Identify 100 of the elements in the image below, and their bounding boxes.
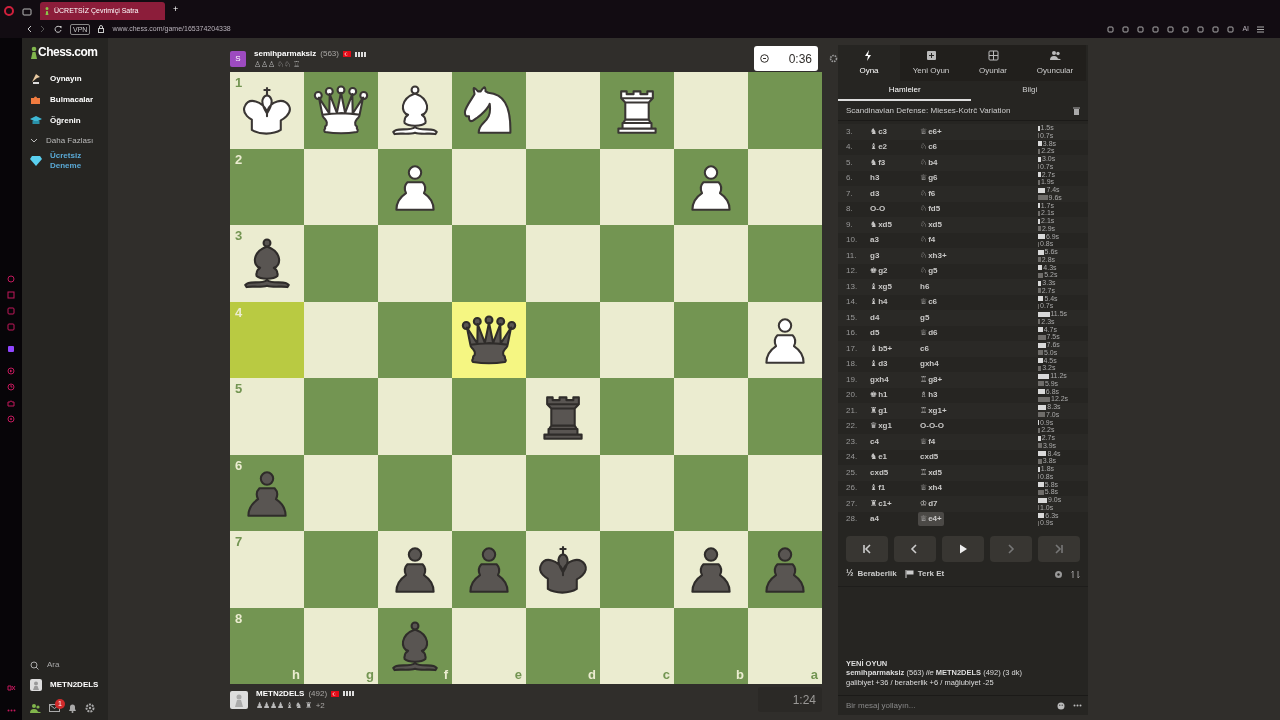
trial-link[interactable]: Ücretsiz Deneme — [30, 151, 108, 171]
move[interactable]: ♕d6 — [918, 326, 940, 341]
settings-icon[interactable] — [7, 415, 15, 423]
move[interactable]: ♚h1 — [868, 389, 890, 401]
first-button[interactable] — [846, 536, 888, 562]
move[interactable]: ♕xh4 — [918, 481, 944, 496]
resign-button[interactable]: Terk Et — [904, 568, 945, 580]
search-link[interactable]: Ara — [30, 656, 108, 674]
chat-icon[interactable] — [7, 345, 15, 353]
draw-button[interactable]: ½ Beraberlik — [846, 567, 897, 581]
reload-icon[interactable] — [54, 25, 62, 33]
move[interactable]: ♝f1 — [868, 482, 888, 494]
more-icon[interactable] — [6, 709, 16, 712]
logo-icon[interactable] — [6, 685, 16, 691]
panel-tab[interactable]: Yeni Oyun — [900, 45, 962, 81]
move[interactable]: ♕g6 — [918, 171, 940, 186]
move[interactable]: g5 — [918, 310, 932, 325]
move[interactable]: a4 — [868, 513, 881, 525]
board-square[interactable] — [378, 72, 452, 149]
board-square[interactable] — [452, 72, 526, 149]
move[interactable]: ♞xd5 — [868, 218, 894, 230]
play-button[interactable] — [942, 536, 984, 562]
move[interactable]: ♜g1 — [868, 404, 890, 416]
move[interactable]: gxh4 — [918, 357, 941, 372]
bell-icon[interactable] — [68, 703, 77, 713]
player-name[interactable]: semihparmaksiz — [254, 48, 317, 60]
move[interactable]: ♘f4 — [918, 233, 938, 248]
move[interactable]: ♘c6 — [918, 140, 940, 155]
settings-icon[interactable] — [1054, 569, 1063, 579]
panel-tab[interactable]: Oyuncular — [1024, 45, 1086, 81]
move[interactable]: ♕e6+ — [918, 124, 944, 139]
move[interactable]: d4 — [868, 311, 882, 323]
move[interactable]: ♘fd5 — [918, 202, 943, 217]
move[interactable]: ♘f6 — [918, 186, 938, 201]
move[interactable]: ♝d3 — [868, 358, 890, 370]
move[interactable]: O-O — [868, 203, 888, 215]
menu-icon[interactable] — [1257, 25, 1264, 33]
forward-icon[interactable] — [40, 25, 46, 33]
board-square[interactable] — [748, 301, 822, 378]
move[interactable]: ♞f3 — [868, 156, 888, 168]
opening-name[interactable]: Scandinavian Defense: Mieses-Kotrč Variation — [846, 104, 1011, 117]
back-icon[interactable] — [26, 25, 32, 33]
move[interactable]: ♘xh3+ — [918, 248, 949, 263]
friends-icon[interactable] — [30, 703, 41, 713]
board-square[interactable] — [674, 531, 748, 608]
move[interactable]: h3 — [868, 172, 882, 184]
move[interactable]: O-O-O — [918, 419, 946, 434]
move[interactable]: cxd5 — [918, 450, 941, 465]
move[interactable]: ♚g2 — [868, 265, 890, 277]
move[interactable]: ♝h4 — [868, 296, 890, 308]
board-square[interactable] — [378, 148, 452, 225]
tabs-icon[interactable] — [22, 8, 32, 16]
player-name[interactable]: METN2DELS — [256, 687, 305, 700]
move[interactable]: ♝xg5 — [868, 280, 894, 292]
logo-text[interactable]: Chess.com — [38, 43, 98, 61]
move[interactable]: ♕f4 — [918, 434, 938, 449]
move[interactable]: gxh4 — [868, 373, 891, 385]
nav-item[interactable]: Bulmacalar — [30, 89, 108, 110]
move[interactable]: ♝e2 — [868, 141, 890, 153]
board-square[interactable] — [600, 72, 674, 149]
pawn-logo-icon[interactable] — [30, 45, 38, 59]
more-icon[interactable] — [1073, 704, 1082, 707]
move[interactable]: ♛xg1 — [868, 420, 894, 432]
profile-link[interactable]: METN2DELS — [30, 674, 108, 696]
move[interactable]: ♖xg1+ — [918, 403, 949, 418]
move[interactable]: ♘b4 — [918, 155, 940, 170]
move[interactable]: c4 — [868, 435, 881, 447]
settings-icon[interactable] — [85, 703, 95, 713]
nav-item[interactable]: Oynayın — [30, 68, 108, 89]
move[interactable]: ♞e1 — [868, 451, 890, 463]
more-link[interactable]: Daha Fazlası — [30, 131, 108, 151]
move[interactable]: ♖xd5 — [918, 465, 944, 480]
board-square[interactable] — [452, 301, 526, 378]
move[interactable]: d3 — [868, 187, 882, 199]
panel-tab[interactable]: Oyunlar — [962, 45, 1024, 81]
board-square[interactable] — [378, 531, 452, 608]
move[interactable]: ♘xd5 — [918, 217, 944, 232]
move[interactable]: ♘g5 — [918, 264, 940, 279]
nav-item[interactable]: Öğrenin — [30, 110, 108, 131]
mail-icon[interactable] — [49, 704, 60, 712]
move[interactable]: ♗h3 — [918, 388, 940, 403]
move[interactable]: c6 — [918, 341, 931, 356]
move[interactable]: a3 — [868, 234, 881, 246]
move[interactable]: ♕c6 — [918, 295, 940, 310]
clock-icon[interactable] — [7, 383, 15, 391]
move[interactable]: cxd5 — [868, 466, 891, 478]
board-square[interactable] — [526, 378, 600, 455]
board-square[interactable] — [304, 72, 378, 149]
trash-icon[interactable] — [1073, 106, 1080, 115]
subtab[interactable]: Hamleler — [838, 81, 972, 101]
settings-icon[interactable] — [829, 54, 838, 63]
subtab[interactable]: Bilgi — [971, 81, 1088, 101]
last-button[interactable] — [1038, 536, 1080, 562]
browser-logo-icon[interactable] — [4, 6, 14, 16]
flip-icon[interactable] — [1071, 569, 1080, 579]
move[interactable]: ♖g8+ — [918, 372, 945, 387]
move[interactable]: ♝b5+ — [868, 342, 895, 354]
new-tab-button[interactable]: + — [173, 2, 179, 16]
board-square[interactable] — [526, 531, 600, 608]
board-square[interactable] — [674, 148, 748, 225]
